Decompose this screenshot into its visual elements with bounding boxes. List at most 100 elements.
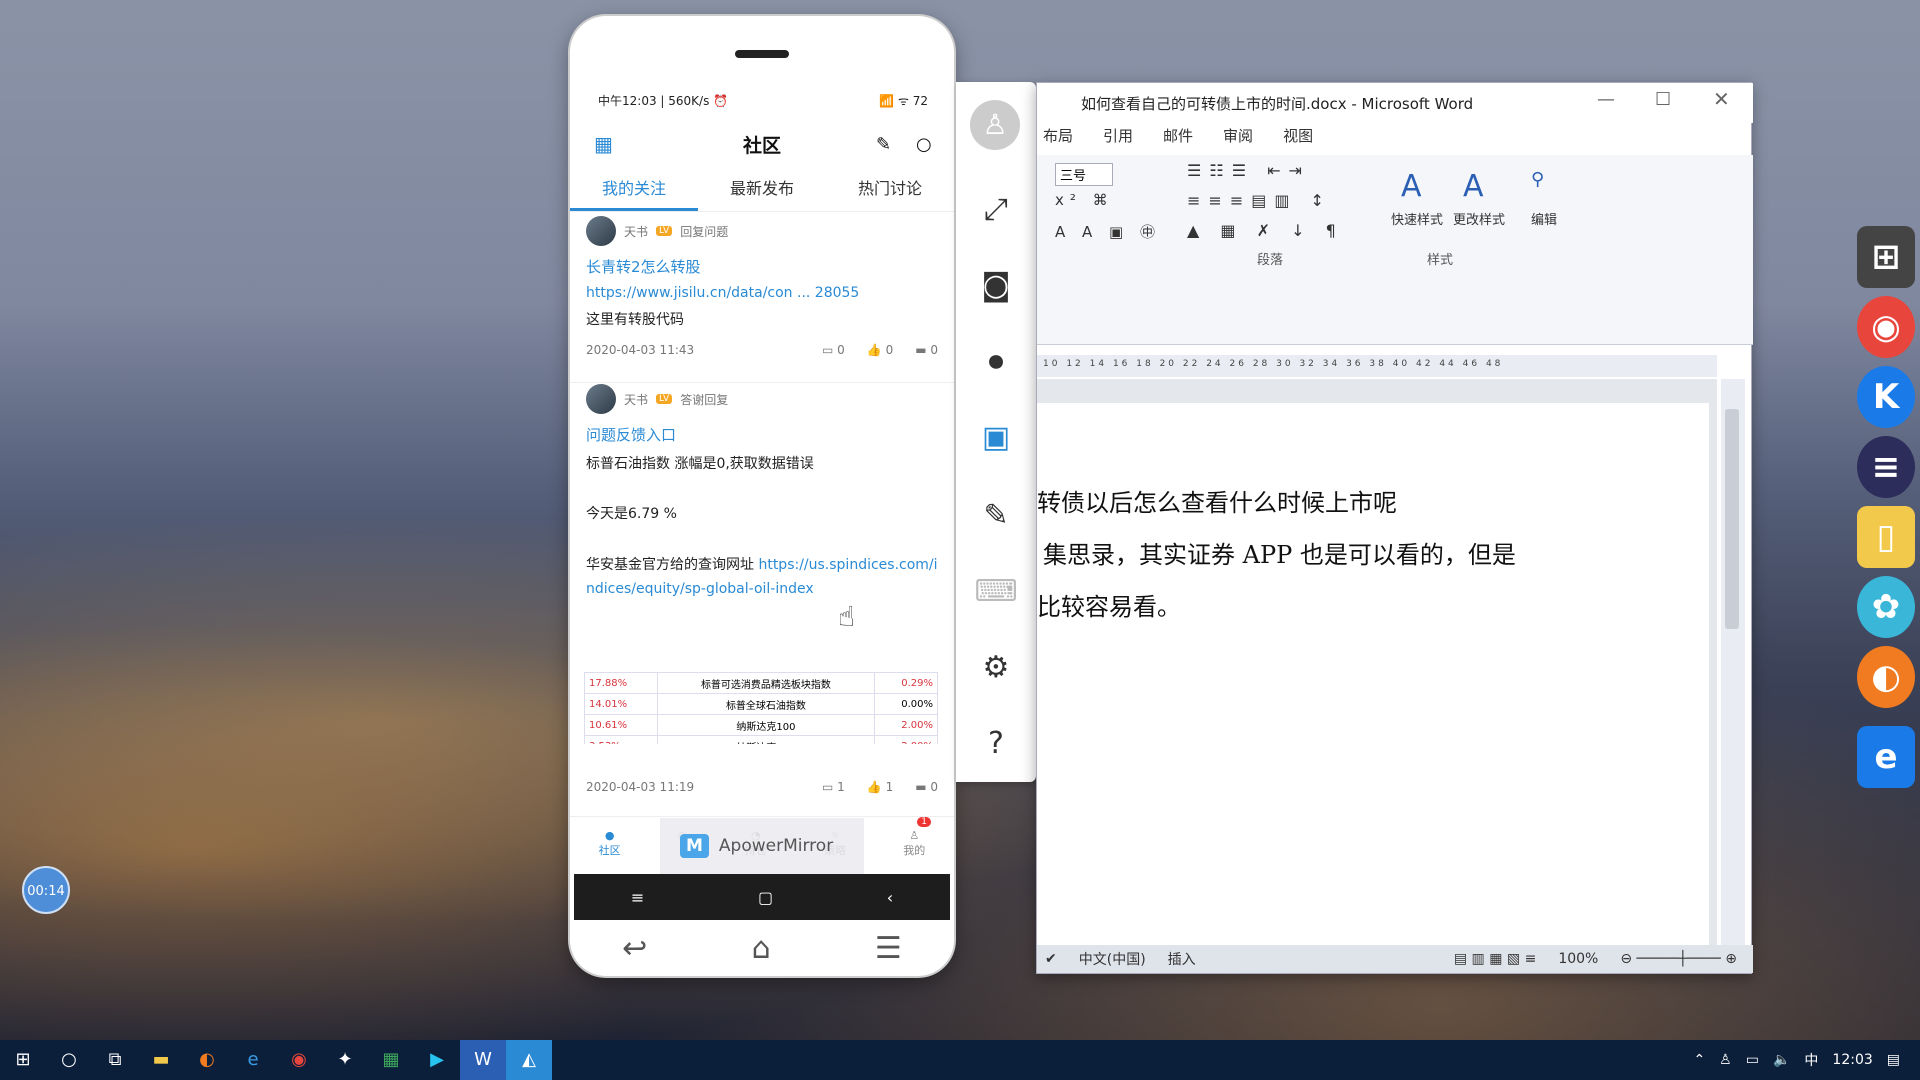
camera-icon[interactable]: ◙ bbox=[974, 264, 1018, 308]
avatar[interactable] bbox=[586, 384, 616, 414]
keyboard-icon[interactable]: ⌨ bbox=[974, 570, 1018, 614]
file-explorer-icon[interactable]: ▬ bbox=[138, 1040, 184, 1080]
edit-icon[interactable]: ✎ bbox=[876, 134, 891, 155]
video-record-icon[interactable]: ⏺ bbox=[974, 340, 1018, 384]
word-icon[interactable]: W bbox=[460, 1040, 506, 1080]
spellcheck-icon[interactable]: ✔ bbox=[1045, 951, 1057, 967]
user-avatar-icon[interactable]: ♙ bbox=[970, 100, 1020, 150]
edit-label[interactable]: 编辑 bbox=[1531, 209, 1557, 228]
zoom-slider[interactable]: ⊖ ─────┼──── ⊕ bbox=[1620, 951, 1753, 967]
windows-tiles-icon[interactable]: ⊞ bbox=[1857, 226, 1915, 288]
minimize-icon[interactable]: — bbox=[1597, 89, 1615, 110]
browser-icon[interactable]: ✿ bbox=[1857, 576, 1915, 638]
comment-icon[interactable]: ▬ 0 bbox=[915, 780, 938, 794]
clock[interactable]: 12:03 bbox=[1832, 1052, 1872, 1068]
edge-icon[interactable]: e bbox=[230, 1040, 276, 1080]
font-format-buttons[interactable]: x² ⌘ bbox=[1055, 191, 1114, 209]
chevron-up-icon[interactable]: ⌃ bbox=[1693, 1052, 1705, 1068]
firefox-icon[interactable]: ◐ bbox=[184, 1040, 230, 1080]
media-player-icon[interactable]: ▶ bbox=[414, 1040, 460, 1080]
tab-following[interactable]: 我的关注 bbox=[570, 168, 698, 211]
brush-icon[interactable]: ✎ bbox=[974, 494, 1018, 538]
volume-icon[interactable]: 🔈 bbox=[1773, 1052, 1790, 1068]
quick-styles-icon[interactable]: A bbox=[1401, 169, 1422, 204]
calendar-icon[interactable]: ▦ bbox=[594, 132, 613, 156]
font-size-select[interactable]: 三号 bbox=[1055, 163, 1113, 186]
align-buttons[interactable]: ≡≡≡▤▥ ↕ bbox=[1187, 191, 1332, 210]
tab-layout[interactable]: 布局 bbox=[1043, 125, 1073, 153]
maximize-icon[interactable]: ☐ bbox=[1655, 89, 1671, 110]
language-indicator[interactable]: 中文(中国) bbox=[1079, 949, 1146, 969]
shading-buttons[interactable]: ▲ ▦ ✗ ↓ ¶ bbox=[1187, 221, 1344, 240]
zoom-level[interactable]: 100% bbox=[1558, 951, 1598, 967]
home-icon[interactable]: ⌂ bbox=[752, 931, 771, 966]
post-title[interactable]: 长青转2怎么转股 bbox=[586, 256, 938, 277]
doc-line[interactable]: 转债以后怎么查看什么时候上市呢 bbox=[1037, 483, 1397, 518]
task-view-icon[interactable]: ⧉ bbox=[92, 1040, 138, 1080]
document-page[interactable]: 转债以后怎么查看什么时候上市呢 集思录，其实证券 APP 也是可以看的，但是 比… bbox=[1037, 403, 1709, 971]
coin-icon[interactable]: ▭ 1 bbox=[822, 780, 845, 794]
tab-latest[interactable]: 最新发布 bbox=[698, 168, 826, 211]
vertical-scrollbar[interactable] bbox=[1721, 379, 1745, 945]
tab-mailings[interactable]: 邮件 bbox=[1163, 125, 1193, 153]
apowermirror-icon[interactable]: ◭ bbox=[506, 1040, 552, 1080]
close-icon[interactable]: ✕ bbox=[1713, 87, 1730, 111]
post-link[interactable]: https://www.jisilu.cn/data/con ... 28055 bbox=[586, 285, 938, 301]
comment-icon[interactable]: ▬ 0 bbox=[915, 343, 938, 357]
battery-icon[interactable]: ▭ bbox=[1746, 1052, 1759, 1068]
word-window[interactable]: 如何查看自己的可转债上市的时间.docx - Microsoft Word — … bbox=[1036, 82, 1753, 974]
doc-line[interactable]: 比较容易看。 bbox=[1037, 587, 1181, 622]
quick-styles-label[interactable]: 快速样式 bbox=[1391, 209, 1443, 228]
user-tray-icon[interactable]: ♙ bbox=[1719, 1052, 1732, 1068]
font-grow-buttons[interactable]: A A ▣ ㊥ bbox=[1055, 221, 1161, 242]
list-item[interactable]: 天书 LV 回复问题 长青转2怎么转股 https://www.jisilu.c… bbox=[586, 216, 938, 357]
tab-hot[interactable]: 热门讨论 bbox=[826, 168, 954, 211]
back-arrow-icon[interactable]: ↩ bbox=[622, 931, 647, 966]
firefox-icon[interactable]: ◐ bbox=[1857, 646, 1915, 708]
find-icon[interactable]: ⚲ bbox=[1531, 169, 1544, 190]
insert-mode[interactable]: 插入 bbox=[1168, 949, 1196, 969]
like-icon[interactable]: 👍 0 bbox=[867, 343, 893, 357]
view-buttons[interactable]: ▤ ▥ ▦ ▧ ≡ bbox=[1454, 951, 1536, 967]
fullscreen-icon[interactable]: ⤢ bbox=[974, 188, 1018, 232]
start-windows-icon[interactable]: ⊞ bbox=[0, 1040, 46, 1080]
list-item[interactable]: 天书 LV 答谢回复 问题反馈入口 标普石油指数 涨幅是0,获取数据错误 今天是… bbox=[586, 384, 938, 601]
recording-timer[interactable]: 00:14 bbox=[22, 866, 70, 914]
scrollbar-thumb[interactable] bbox=[1725, 409, 1739, 629]
back-icon[interactable]: ‹ bbox=[887, 888, 893, 907]
change-styles-label[interactable]: 更改样式 bbox=[1453, 209, 1505, 228]
tab-references[interactable]: 引用 bbox=[1103, 125, 1133, 153]
home-icon[interactable]: ▢ bbox=[758, 888, 773, 907]
coin-icon[interactable]: ▭ 0 bbox=[822, 343, 845, 357]
list-buttons[interactable]: ☰☷☰ ⇤⇥ bbox=[1187, 161, 1310, 180]
notification-icon[interactable]: ▤ bbox=[1887, 1052, 1900, 1068]
nav-me[interactable]: ♙ 我的 1 bbox=[903, 817, 932, 872]
tab-view[interactable]: 视图 bbox=[1283, 125, 1313, 153]
ime-indicator[interactable]: 中 bbox=[1804, 1050, 1818, 1070]
screen-cast-icon[interactable]: ▣ bbox=[974, 416, 1018, 460]
post-title[interactable]: 问题反馈入口 bbox=[586, 424, 938, 445]
like-icon[interactable]: 👍 1 bbox=[867, 780, 893, 794]
chrome-icon[interactable]: ◉ bbox=[1857, 296, 1915, 358]
menu-icon[interactable]: ☰ bbox=[875, 931, 902, 966]
help-icon[interactable]: ? bbox=[974, 722, 1018, 766]
search-icon[interactable]: ○ bbox=[916, 134, 932, 155]
tab-review[interactable]: 审阅 bbox=[1223, 125, 1253, 153]
kugou-icon[interactable]: K bbox=[1857, 366, 1915, 428]
photos-icon[interactable]: ✦ bbox=[322, 1040, 368, 1080]
horizontal-ruler[interactable]: 10 12 14 16 18 20 22 24 26 28 30 32 34 3… bbox=[1037, 355, 1717, 377]
change-styles-icon[interactable]: A bbox=[1463, 169, 1484, 204]
doc-line[interactable]: 集思录，其实证券 APP 也是可以看的，但是 bbox=[1043, 535, 1516, 570]
chrome-icon[interactable]: ◉ bbox=[276, 1040, 322, 1080]
phone-mirror-window[interactable]: 中午12:03 | 560K/s ⏰ 📶 ᯤ 72 ▦ 社区 ✎ ○ 我的关注 … bbox=[570, 16, 954, 976]
eclipse-icon[interactable]: ≡ bbox=[1857, 436, 1915, 498]
settings-gear-icon[interactable]: ⚙ bbox=[974, 646, 1018, 690]
avatar[interactable] bbox=[586, 216, 616, 246]
search-circle-icon[interactable]: ○ bbox=[46, 1040, 92, 1080]
menu-icon[interactable]: ≡ bbox=[631, 888, 644, 907]
excel-icon[interactable]: ▦ bbox=[368, 1040, 414, 1080]
nav-community[interactable]: ● 社区 bbox=[599, 817, 621, 872]
edge-icon[interactable]: e bbox=[1857, 726, 1915, 788]
author-name[interactable]: 天书 bbox=[624, 223, 648, 240]
folder-icon[interactable]: ▯ bbox=[1857, 506, 1915, 568]
